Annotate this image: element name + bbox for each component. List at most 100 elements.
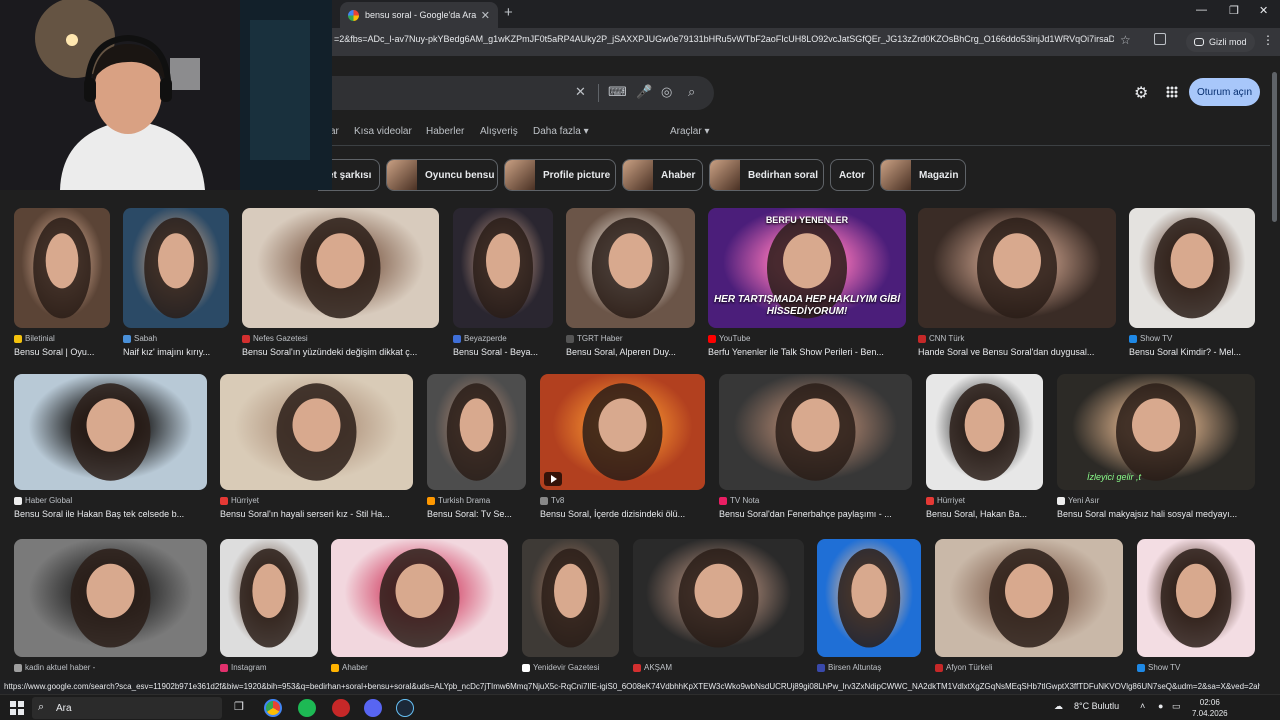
chrome-icon[interactable] xyxy=(264,699,282,717)
result-thumbnail[interactable] xyxy=(918,208,1116,328)
result-thumbnail[interactable] xyxy=(427,374,526,490)
result-thumbnail[interactable] xyxy=(1137,539,1255,657)
image-result-card[interactable]: Nefes Gazetesi Bensu Soral'ın yüzündeki d… xyxy=(242,208,439,362)
incognito-badge[interactable]: Gizli mod xyxy=(1186,32,1255,52)
page-scrollbar[interactable] xyxy=(1270,56,1280,680)
result-source[interactable]: Haber Global xyxy=(14,496,72,505)
result-source[interactable]: AKŞAM xyxy=(633,663,672,672)
result-thumbnail[interactable]: BERFU YENENLER HER TARTIŞMADA HEP HAKLIYI… xyxy=(708,208,906,328)
search-icon[interactable]: ⌕ xyxy=(688,84,695,100)
image-result-card[interactable]: Turkish Drama Bensu Soral: Tv Se... xyxy=(427,374,526,524)
result-thumbnail[interactable] xyxy=(123,208,229,328)
result-source[interactable]: Turkish Drama xyxy=(427,496,490,505)
tray-chevron-icon[interactable]: ˄ xyxy=(1140,701,1145,711)
result-thumbnail[interactable] xyxy=(14,539,207,657)
spotify-icon[interactable] xyxy=(298,699,316,717)
steam-icon[interactable] xyxy=(396,699,414,717)
result-source[interactable]: Biletinial xyxy=(14,334,55,343)
result-thumbnail[interactable] xyxy=(540,374,705,490)
browser-tab[interactable]: bensu soral - Google'da Ara ✕ xyxy=(340,2,498,28)
result-title[interactable]: Bensu Soral Kimdir? - Mel... xyxy=(1129,347,1255,357)
camera-search-icon[interactable]: ◎ xyxy=(661,84,672,100)
result-thumbnail[interactable] xyxy=(14,374,207,490)
weather-icon[interactable]: ☁ xyxy=(1054,701,1063,712)
result-source[interactable]: Nefes Gazetesi xyxy=(242,334,308,343)
image-result-card[interactable]: CNN Türk Hande Soral ve Bensu Soral'dan d… xyxy=(918,208,1116,362)
result-thumbnail[interactable] xyxy=(220,374,413,490)
windows-start-icon[interactable] xyxy=(10,701,24,715)
image-result-card[interactable]: BERFU YENENLER HER TARTIŞMADA HEP HAKLIYI… xyxy=(708,208,906,362)
discord-icon[interactable] xyxy=(364,699,382,717)
taskbar-search[interactable]: ⌕ Ara xyxy=(32,697,222,719)
result-thumbnail[interactable] xyxy=(817,539,921,657)
result-title[interactable]: Bensu Soral'dan Fenerbahçe paylaşımı - .… xyxy=(719,509,912,519)
result-title[interactable]: Hande Soral ve Bensu Soral'dan duygusal.… xyxy=(918,347,1116,357)
result-source[interactable]: Yeni Asır xyxy=(1057,496,1099,505)
result-thumbnail[interactable] xyxy=(719,374,912,490)
result-thumbnail[interactable]: İzleyici gelir ,t xyxy=(1057,374,1255,490)
result-source[interactable]: Sabah xyxy=(123,334,157,343)
image-result-card[interactable]: Hürriyet Bensu Soral, Hakan Ba... xyxy=(926,374,1043,524)
result-title[interactable]: Bensu Soral: Tv Se... xyxy=(427,509,526,519)
image-result-card[interactable]: Beyazperde Bensu Soral - Beya... xyxy=(453,208,553,362)
result-source[interactable]: Birsen Altuntaş xyxy=(817,663,881,672)
close-window-button[interactable]: ✕ xyxy=(1259,4,1268,17)
address-bar[interactable]: =2&fbs=ADc_l-av7Nuy-pkYBedg6AM_g1wKZPmJF… xyxy=(334,34,1114,44)
bookmark-star-icon[interactable]: ☆ xyxy=(1120,33,1131,47)
keyboard-icon[interactable]: ⌨ xyxy=(608,84,627,100)
result-title[interactable]: Bensu Soral, Hakan Ba... xyxy=(926,509,1043,519)
tab-tools[interactable]: Araçlar ▾ xyxy=(670,126,709,137)
result-title[interactable]: Bensu Soral, İçerde dizisindeki ölü... xyxy=(540,509,705,519)
result-thumbnail[interactable] xyxy=(522,539,619,657)
result-thumbnail[interactable] xyxy=(1129,208,1255,328)
image-result-card[interactable]: Afyon Türkeli xyxy=(935,539,1123,691)
mic-tray-icon[interactable]: ● xyxy=(1158,701,1163,711)
result-source[interactable]: TGRT Haber xyxy=(566,334,623,343)
result-title[interactable]: Bensu Soral makyajsız hali sosyal medyay… xyxy=(1057,509,1255,519)
result-thumbnail[interactable] xyxy=(633,539,804,657)
chip-actor[interactable]: Actor xyxy=(830,159,874,191)
result-thumbnail[interactable] xyxy=(566,208,695,328)
browser-menu-icon[interactable]: ⋮ xyxy=(1262,33,1274,47)
app-red-icon[interactable] xyxy=(332,699,350,717)
result-thumbnail[interactable] xyxy=(242,208,439,328)
tab-more[interactable]: Daha fazla ▾ xyxy=(533,126,589,137)
result-source[interactable]: Tv8 xyxy=(540,496,564,505)
result-thumbnail[interactable] xyxy=(331,539,508,657)
image-result-card[interactable]: Show TV xyxy=(1137,539,1255,691)
clock[interactable]: 02:06 7.04.2026 xyxy=(1192,697,1228,719)
chip-magazine[interactable]: Magazin xyxy=(880,159,966,191)
chip-bedirhan-soral[interactable]: Bedirhan soral xyxy=(709,159,824,191)
result-source[interactable]: Ahaber xyxy=(331,663,368,672)
result-source[interactable]: Hürriyet xyxy=(926,496,965,505)
result-thumbnail[interactable] xyxy=(935,539,1123,657)
result-source[interactable]: Instagram xyxy=(220,663,267,672)
tab-news[interactable]: Haberler xyxy=(426,126,464,137)
result-source[interactable]: Show TV xyxy=(1137,663,1180,672)
sign-in-button[interactable]: Oturum açın xyxy=(1189,78,1261,106)
tab-close-icon[interactable]: ✕ xyxy=(481,9,490,22)
result-thumbnail[interactable] xyxy=(14,208,110,328)
result-source[interactable]: Afyon Türkeli xyxy=(935,663,993,672)
image-result-card[interactable]: Birsen Altuntaş xyxy=(817,539,921,691)
image-result-card[interactable]: Yenidevir Gazetesi xyxy=(522,539,619,691)
image-result-card[interactable]: Biletinial Bensu Soral | Oyu... xyxy=(14,208,110,362)
result-source[interactable]: kadin aktuel haber - xyxy=(14,663,95,672)
image-result-card[interactable]: Haber Global Bensu Soral ile Hakan Baş te… xyxy=(14,374,207,524)
image-result-card[interactable]: Tv8 Bensu Soral, İçerde dizisindeki ölü..… xyxy=(540,374,705,524)
restore-button[interactable]: ❐ xyxy=(1229,4,1239,17)
image-result-card[interactable]: TV Nota Bensu Soral'dan Fenerbahçe paylaş… xyxy=(719,374,912,524)
result-source[interactable]: Hürriyet xyxy=(220,496,259,505)
chip-actress-bensu[interactable]: Oyuncu bensu xyxy=(386,159,498,191)
result-source[interactable]: Yenidevir Gazetesi xyxy=(522,663,599,672)
result-title[interactable]: Bensu Soral - Beya... xyxy=(453,347,553,357)
result-source[interactable]: TV Nota xyxy=(719,496,759,505)
image-result-card[interactable]: Hürriyet Bensu Soral'ın hayali serseri kı… xyxy=(220,374,413,524)
result-title[interactable]: Bensu Soral'ın hayali serseri kız - Stil… xyxy=(220,509,413,519)
result-thumbnail[interactable] xyxy=(926,374,1043,490)
new-tab-button[interactable]: + xyxy=(504,4,513,21)
result-title[interactable]: Naif kız' imajını kırıy... xyxy=(123,347,229,357)
result-title[interactable]: Berfu Yenenler ile Talk Show Perileri - … xyxy=(708,347,906,357)
chip-ahaber[interactable]: Ahaber xyxy=(622,159,703,191)
image-result-card[interactable]: Show TV Bensu Soral Kimdir? - Mel... xyxy=(1129,208,1255,362)
